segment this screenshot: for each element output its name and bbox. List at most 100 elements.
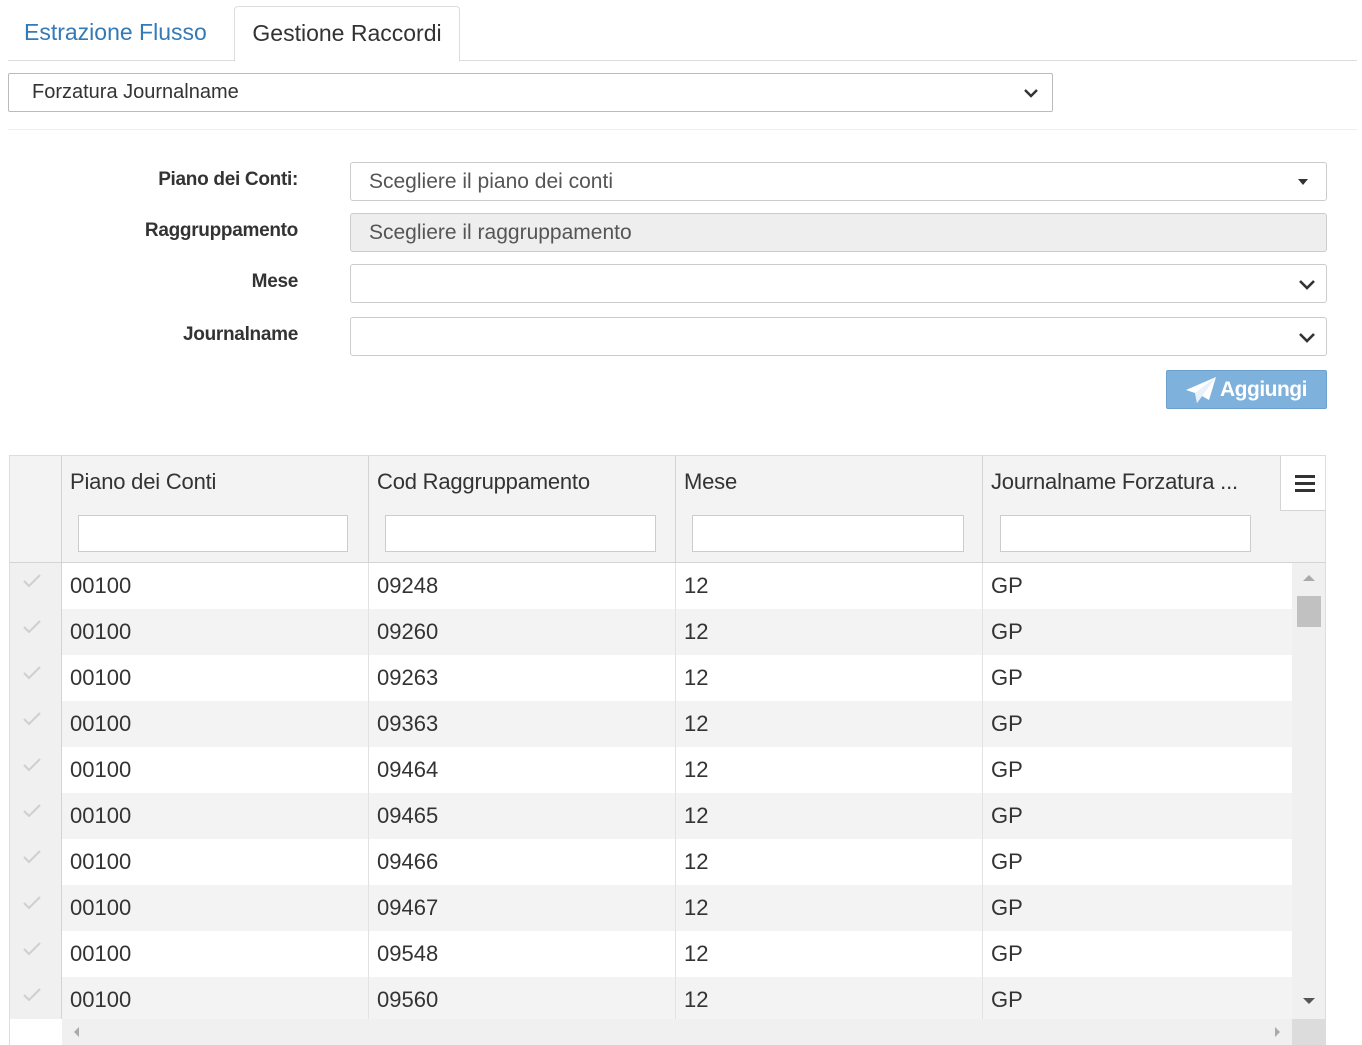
table-cell: 09260 (369, 609, 676, 655)
raccordo-type-select[interactable]: Forzatura Journalname (8, 73, 1053, 112)
table-cell: 09466 (369, 839, 676, 885)
checkmark-icon (23, 804, 41, 818)
selection-header (10, 456, 62, 562)
row-select-cell[interactable] (10, 977, 62, 1019)
chevron-down-icon (1299, 280, 1315, 290)
tab-gestione-raccordi[interactable]: Gestione Raccordi (234, 6, 460, 62)
table-row[interactable]: 00100 09466 12 GP (10, 839, 1292, 885)
checkmark-icon (23, 942, 41, 956)
caret-down-icon (1298, 179, 1308, 185)
scroll-thumb[interactable] (1297, 596, 1321, 627)
table-cell: 00100 (62, 839, 369, 885)
journalname-label: Journalname (183, 324, 298, 345)
mese-label: Mese (251, 271, 299, 292)
checkmark-icon (23, 712, 41, 726)
row-select-cell[interactable] (10, 793, 62, 839)
row-select-cell[interactable] (10, 701, 62, 747)
table-cell: 00100 (62, 563, 369, 609)
table-cell: GP (991, 895, 1023, 920)
checkmark-icon (23, 620, 41, 634)
row-select-cell[interactable] (10, 747, 62, 793)
filter-input-piano[interactable] (78, 515, 348, 552)
checkmark-icon (23, 666, 41, 680)
table-cell: 00100 (62, 655, 369, 701)
raggruppamento-label: Raggruppamento (144, 220, 298, 241)
table-cell: 09560 (369, 977, 676, 1019)
horizontal-scrollbar[interactable] (62, 1019, 1292, 1045)
row-select-cell[interactable] (10, 885, 62, 931)
table-row[interactable]: 00100 09467 12 GP (10, 885, 1292, 931)
column-title: Piano dei Conti (70, 469, 217, 494)
piano-dei-conti-select[interactable]: Scegliere il piano dei conti (350, 162, 1327, 201)
table-cell: GP (991, 619, 1023, 644)
table-cell: 12 (676, 793, 983, 839)
table-row[interactable]: 00100 09548 12 GP (10, 931, 1292, 977)
raggruppamento-placeholder: Scegliere il raggruppamento (369, 221, 632, 244)
aggiungi-button[interactable]: Aggiungi (1166, 370, 1327, 409)
table-cell: 12 (676, 747, 983, 793)
scroll-down-icon[interactable] (1303, 998, 1315, 1004)
grid-body: 00100 09248 12 GP 00100 09260 12 GP 00100 09263 12… (10, 563, 1292, 1019)
scroll-left-icon[interactable] (74, 1027, 79, 1037)
column-header-cod-raggruppamento[interactable]: Cod Raggruppamento (369, 456, 676, 562)
table-cell: 00100 (62, 747, 369, 793)
checkmark-icon (23, 850, 41, 864)
column-title: Mese (684, 469, 737, 494)
scroll-right-icon[interactable] (1275, 1027, 1280, 1037)
vertical-scrollbar[interactable] (1292, 563, 1325, 1019)
table-cell: GP (991, 665, 1023, 690)
table-cell: GP (991, 987, 1023, 1012)
scroll-up-icon[interactable] (1303, 575, 1315, 581)
paper-plane-icon (1186, 377, 1216, 403)
table-row[interactable]: 00100 09464 12 GP (10, 747, 1292, 793)
table-cell: 00100 (62, 931, 369, 977)
table-cell: 12 (676, 885, 983, 931)
row-select-cell[interactable] (10, 931, 62, 977)
table-cell: GP (991, 711, 1023, 736)
table-cell: 09548 (369, 931, 676, 977)
scroll-gap (10, 1019, 62, 1045)
filter-input-journalname[interactable] (1000, 515, 1251, 552)
filter-input-cod-raggruppamento[interactable] (385, 515, 656, 552)
tab-bar: Estrazione Flusso Gestione Raccordi (8, 6, 1357, 62)
row-select-cell[interactable] (10, 839, 62, 885)
row-select-cell[interactable] (10, 609, 62, 655)
table-cell: 12 (676, 563, 983, 609)
column-header-mese[interactable]: Mese (676, 456, 983, 562)
row-select-cell[interactable] (10, 655, 62, 701)
journalname-select[interactable] (350, 317, 1327, 356)
column-header-journalname[interactable]: Journalname Forzatura ... (983, 456, 1280, 562)
column-header-piano[interactable]: Piano dei Conti (62, 456, 369, 562)
scrollbar-corner (1292, 1019, 1325, 1045)
table-cell: 09248 (369, 563, 676, 609)
divider (8, 129, 1357, 130)
hamburger-icon (1295, 482, 1315, 485)
table-cell: 09465 (369, 793, 676, 839)
table-cell: 12 (676, 931, 983, 977)
raggruppamento-field: Scegliere il raggruppamento (350, 213, 1327, 252)
checkmark-icon (23, 574, 41, 588)
filter-input-mese[interactable] (692, 515, 964, 552)
table-row[interactable]: 00100 09560 12 GP (10, 977, 1292, 1019)
table-cell: 00100 (62, 977, 369, 1019)
mese-select[interactable] (350, 264, 1327, 303)
table-row[interactable]: 00100 09465 12 GP (10, 793, 1292, 839)
table-row[interactable]: 00100 09260 12 GP (10, 609, 1292, 655)
grid-menu-button[interactable] (1280, 456, 1325, 511)
piano-dei-conti-placeholder: Scegliere il piano dei conti (369, 170, 613, 193)
hamburger-icon (1295, 489, 1315, 492)
table-row[interactable]: 00100 09263 12 GP (10, 655, 1292, 701)
checkmark-icon (23, 758, 41, 772)
checkmark-icon (23, 988, 41, 1002)
table-cell: 09363 (369, 701, 676, 747)
table-cell: 09263 (369, 655, 676, 701)
table-cell: GP (991, 573, 1023, 598)
aggiungi-label: Aggiungi (1220, 378, 1307, 401)
table-row[interactable]: 00100 09248 12 GP (10, 563, 1292, 609)
tab-estrazione-flusso[interactable]: Estrazione Flusso (8, 6, 223, 61)
table-cell: 12 (676, 655, 983, 701)
table-row[interactable]: 00100 09363 12 GP (10, 701, 1292, 747)
table-cell: GP (991, 803, 1023, 828)
row-select-cell[interactable] (10, 563, 62, 609)
table-cell: GP (991, 849, 1023, 874)
